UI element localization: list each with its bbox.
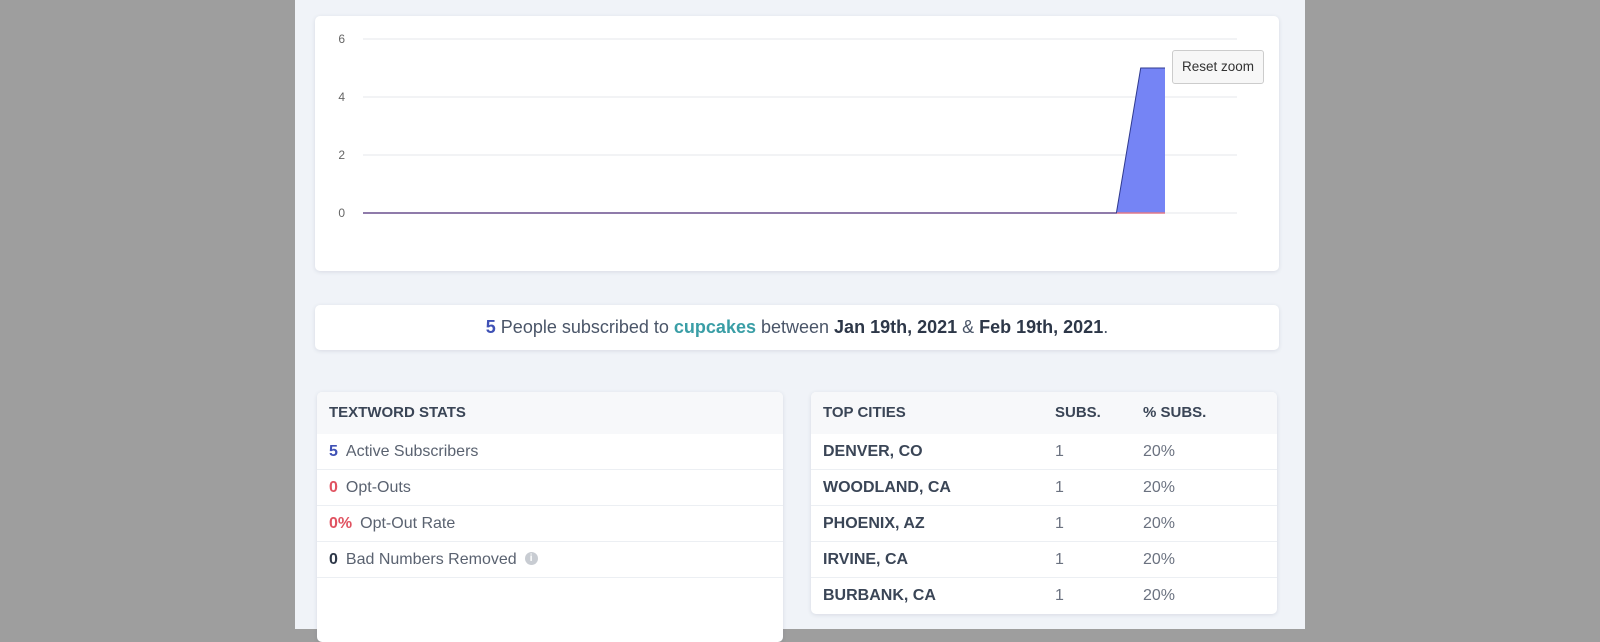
city-name: IRVINE, CA — [823, 551, 909, 568]
stat-row-opt-out-rate: 0% Opt-Out Rate — [317, 506, 783, 542]
y-tick-label: 0 — [338, 206, 345, 220]
city-name: BURBANK, CA — [823, 587, 936, 604]
stat-row-active-subscribers: 5 Active Subscribers — [317, 434, 783, 470]
y-tick-label: 2 — [338, 148, 345, 162]
city-subs: 1 — [1055, 443, 1064, 460]
series-line — [363, 67, 1165, 214]
table-row: IRVINE, CA 1 20% — [811, 542, 1277, 578]
column-header-subs: SUBS. — [1055, 404, 1101, 421]
textword-stats-header: TEXTWORD STATS — [317, 392, 783, 434]
city-subs: 1 — [1055, 551, 1064, 568]
city-subs: 1 — [1055, 587, 1064, 604]
stat-label: Opt-Out Rate — [360, 515, 456, 532]
city-pct-subs: 20% — [1143, 479, 1176, 496]
y-tick-label: 6 — [338, 32, 345, 46]
city-pct-subs: 20% — [1143, 443, 1176, 460]
stat-label: Active Subscribers — [345, 443, 479, 460]
stat-value: 0 — [329, 551, 338, 568]
y-tick-label: 4 — [338, 90, 345, 104]
city-subs: 1 — [1055, 515, 1064, 532]
summary-text-4: . — [1103, 317, 1109, 337]
city-pct-subs: 20% — [1143, 515, 1176, 532]
table-row: BURBANK, CA 1 20% — [811, 578, 1277, 613]
city-subs: 1 — [1055, 479, 1064, 496]
subscription-summary: 5 People subscribed to cupcakes between … — [315, 305, 1279, 350]
stat-row-opt-outs: 0 Opt-Outs — [317, 470, 783, 506]
city-name: PHOENIX, AZ — [823, 515, 925, 532]
table-row: WOODLAND, CA 1 20% — [811, 470, 1277, 506]
stat-value: 0 — [329, 479, 338, 496]
summary-count: 5 — [485, 317, 496, 337]
reset-zoom-button[interactable]: Reset zoom — [1172, 50, 1264, 84]
summary-text-2: between — [755, 317, 835, 337]
table-row: PHOENIX, AZ 1 20% — [811, 506, 1277, 542]
textword-stats-card: TEXTWORD STATS 5 Active Subscribers 0 Opt-… — [317, 392, 783, 642]
column-header-pct-subs: % SUBS. — [1143, 404, 1207, 421]
dashboard-page: 6 4 2 0 Reset zoom 5 People subscribed to c… — [295, 0, 1305, 642]
summary-keyword: cupcakes — [673, 317, 756, 337]
city-pct-subs: 20% — [1143, 551, 1176, 568]
city-name: WOODLAND, CA — [823, 479, 951, 496]
series-area[interactable] — [363, 68, 1165, 213]
subscriber-chart-card: 6 4 2 0 Reset zoom — [315, 16, 1279, 271]
stat-row-bad-numbers-removed: 0 Bad Numbers Removed i — [317, 542, 783, 578]
city-name: DENVER, CO — [823, 443, 923, 460]
stat-value: 0% — [329, 515, 353, 532]
stat-label: Bad Numbers Removed — [345, 551, 517, 568]
top-cities-header: TOP CITIES SUBS. % SUBS. — [811, 392, 1277, 434]
top-cities-card: TOP CITIES SUBS. % SUBS. DENVER, CO 1 20… — [811, 392, 1277, 614]
city-pct-subs: 20% — [1143, 587, 1176, 604]
column-header-city: TOP CITIES — [823, 404, 906, 421]
stat-value: 5 — [329, 443, 338, 460]
subscriber-area-chart[interactable]: 6 4 2 0 — [315, 16, 1279, 271]
info-icon[interactable]: i — [524, 552, 538, 566]
summary-start-date: Jan 19th, 2021 — [834, 317, 958, 337]
stat-label: Opt-Outs — [345, 479, 411, 496]
summary-text-1: People subscribed to — [495, 317, 674, 337]
summary-text-3: & — [957, 317, 980, 337]
summary-end-date: Feb 19th, 2021 — [979, 317, 1104, 337]
table-row: DENVER, CO 1 20% — [811, 434, 1277, 470]
